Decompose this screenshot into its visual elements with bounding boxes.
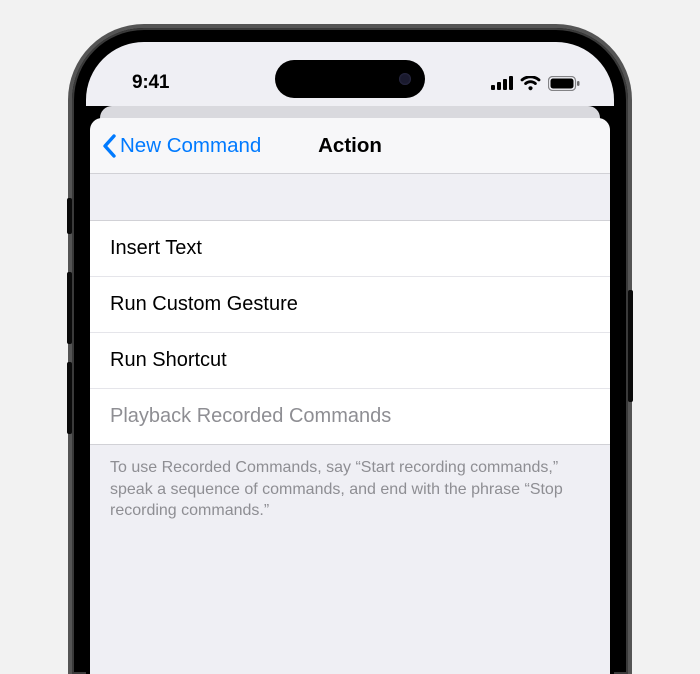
page-title: Action (318, 134, 382, 158)
nav-bar: New Command Action (90, 118, 610, 174)
action-playback-recorded-commands: Playback Recorded Commands (90, 389, 610, 444)
action-run-custom-gesture[interactable]: Run Custom Gesture (90, 277, 610, 333)
battery-icon (548, 76, 580, 91)
dynamic-island (275, 60, 425, 98)
chevron-left-icon (102, 134, 116, 158)
content: Insert Text Run Custom Gesture Run Short… (90, 174, 610, 674)
cellular-icon (491, 76, 513, 90)
status-time: 9:41 (132, 72, 169, 94)
power-button (628, 290, 633, 402)
action-list: Insert Text Run Custom Gesture Run Short… (90, 220, 610, 445)
wifi-icon (520, 76, 541, 91)
spacer (90, 174, 610, 220)
action-run-shortcut[interactable]: Run Shortcut (90, 333, 610, 389)
back-button-label: New Command (120, 134, 261, 158)
footer-help-text: To use Recorded Commands, say “Start rec… (90, 445, 610, 542)
action-insert-text[interactable]: Insert Text (90, 221, 610, 277)
volume-down-button (67, 362, 72, 434)
status-right (491, 76, 580, 91)
back-button[interactable]: New Command (90, 134, 261, 158)
volume-up-button (67, 272, 72, 344)
silence-switch (67, 198, 72, 234)
front-camera-icon (399, 73, 411, 85)
screen: 9:41 (86, 42, 614, 674)
phone-frame: 9:41 (72, 28, 628, 674)
